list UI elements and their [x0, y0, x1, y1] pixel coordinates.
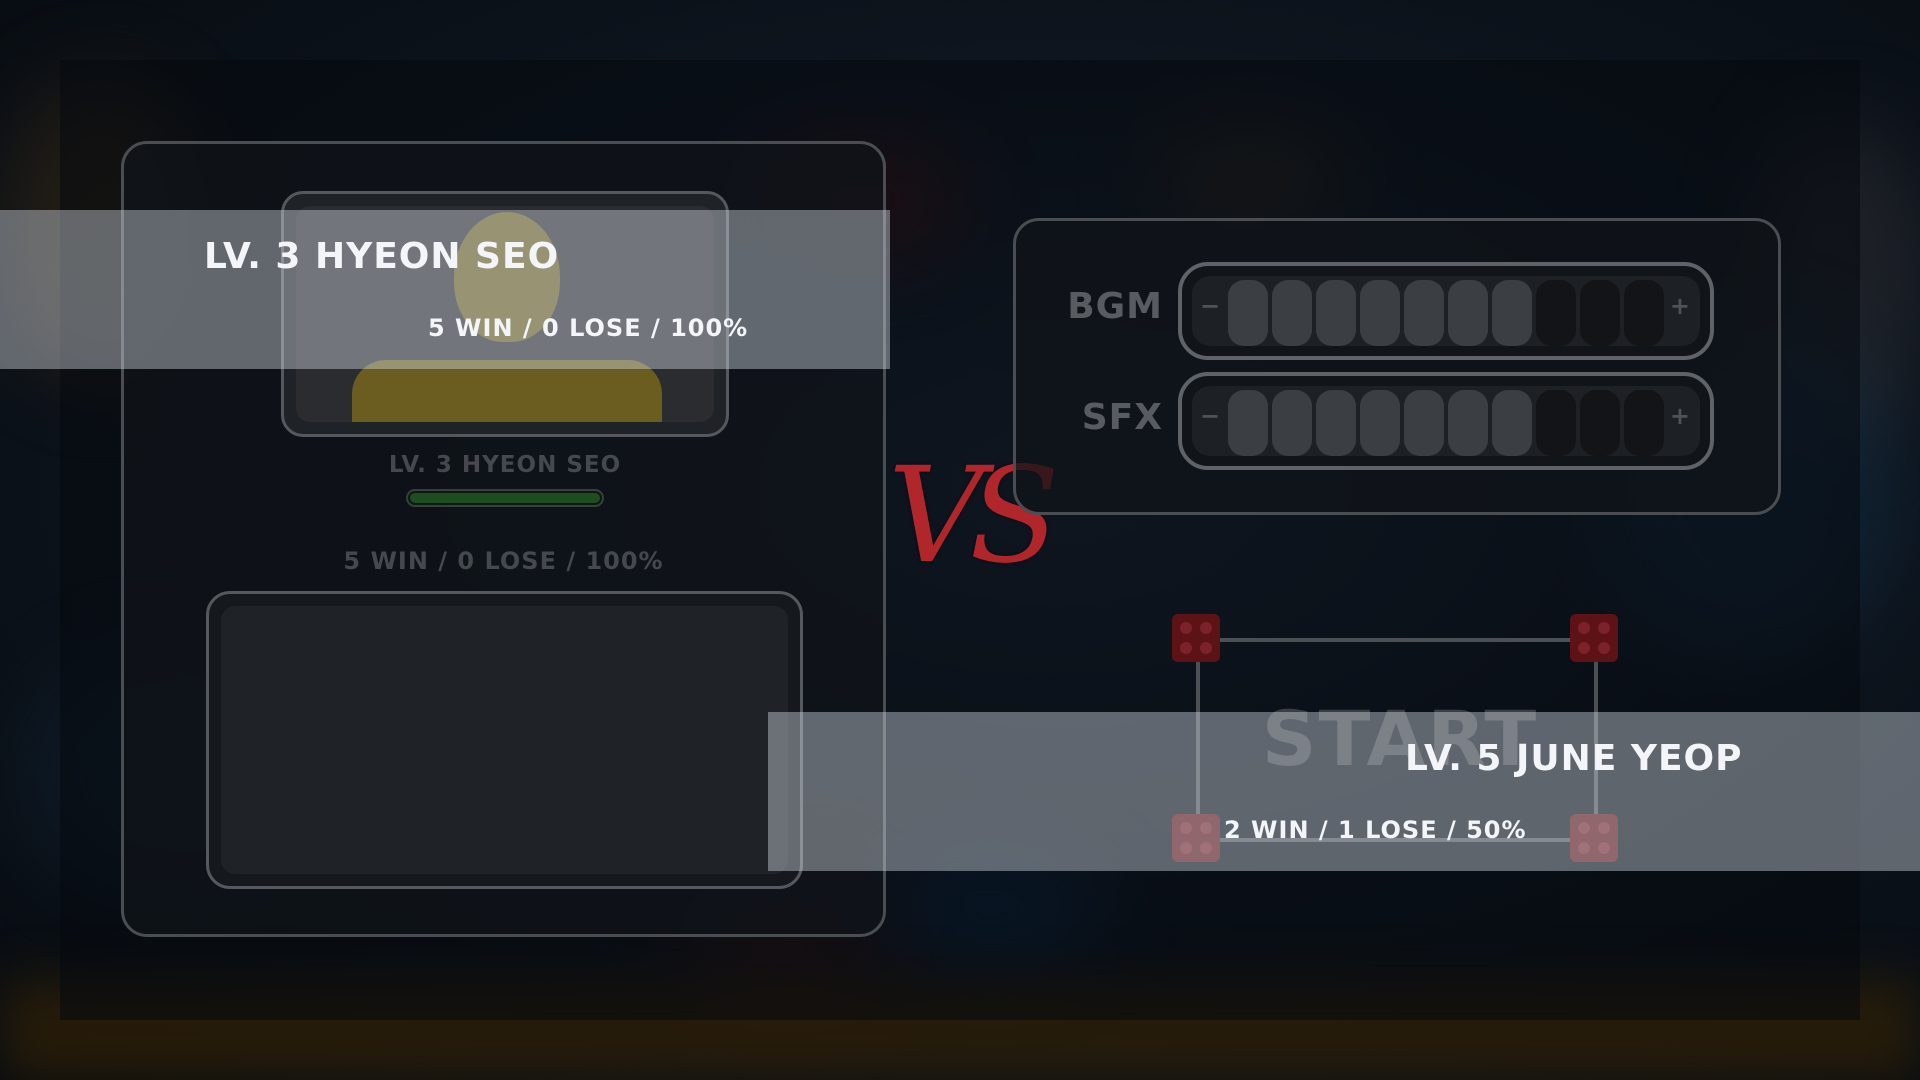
experience-bar — [406, 489, 604, 507]
sfx-volume-segment[interactable] — [1492, 390, 1532, 456]
bgm-volume-segment[interactable] — [1272, 280, 1312, 346]
player-one-name: LV. 3 HYEON SEO — [204, 236, 560, 277]
sfx-volume-segment[interactable] — [1448, 390, 1488, 456]
player-one-banner: LV. 3 HYEON SEO 5 WIN / 0 LOSE / 100% — [0, 210, 890, 369]
sfx-volume-slider[interactable]: − + — [1178, 372, 1714, 470]
bgm-volume-segment[interactable] — [1448, 280, 1488, 346]
bgm-volume-segment[interactable] — [1536, 280, 1576, 346]
bgm-decrease-button[interactable]: − — [1200, 292, 1220, 320]
player-one-record: 5 WIN / 0 LOSE / 100% — [428, 314, 749, 342]
bgm-volume-segment[interactable] — [1580, 280, 1620, 346]
sfx-volume-segment[interactable] — [1316, 390, 1356, 456]
chat-box[interactable] — [206, 591, 803, 889]
bgm-label: BGM — [1067, 286, 1163, 327]
player-two-name: LV. 5 JUNE YEOP — [1405, 738, 1743, 779]
game-lobby-screen: { "player_one": { "banner_name": "LV. 3 … — [0, 0, 1920, 1080]
sfx-label: SFX — [1081, 397, 1163, 438]
bgm-volume-segment[interactable] — [1492, 280, 1532, 346]
sfx-volume-segment[interactable] — [1536, 390, 1576, 456]
bgm-volume-segment[interactable] — [1228, 280, 1268, 346]
start-frame-line — [1204, 638, 1590, 642]
sfx-volume-segment[interactable] — [1580, 390, 1620, 456]
avatar-silhouette-body — [352, 360, 662, 422]
player-two-record: 2 WIN / 1 LOSE / 50% — [1224, 816, 1527, 844]
sfx-volume-segment[interactable] — [1404, 390, 1444, 456]
player-record: 5 WIN / 0 LOSE / 100% — [343, 547, 664, 575]
bgm-volume-slider[interactable]: − + — [1178, 262, 1714, 360]
sfx-volume-segment[interactable] — [1624, 390, 1664, 456]
dice-icon — [1172, 614, 1220, 662]
chat-area — [221, 606, 788, 874]
sfx-volume-segment[interactable] — [1272, 390, 1312, 456]
sfx-volume-segment[interactable] — [1360, 390, 1400, 456]
bgm-volume-segment[interactable] — [1360, 280, 1400, 346]
bgm-increase-button[interactable]: + — [1670, 292, 1690, 320]
sfx-increase-button[interactable]: + — [1670, 402, 1690, 430]
bgm-volume-segment[interactable] — [1404, 280, 1444, 346]
player-two-banner: LV. 5 JUNE YEOP 2 WIN / 1 LOSE / 50% — [768, 712, 1920, 871]
player-name: LV. 3 HYEON SEO — [388, 452, 622, 478]
bgm-volume-segment[interactable] — [1316, 280, 1356, 346]
dice-icon — [1570, 614, 1618, 662]
experience-fill — [410, 493, 600, 503]
bgm-volume-segment[interactable] — [1624, 280, 1664, 346]
sfx-decrease-button[interactable]: − — [1200, 402, 1220, 430]
sfx-volume-segment[interactable] — [1228, 390, 1268, 456]
